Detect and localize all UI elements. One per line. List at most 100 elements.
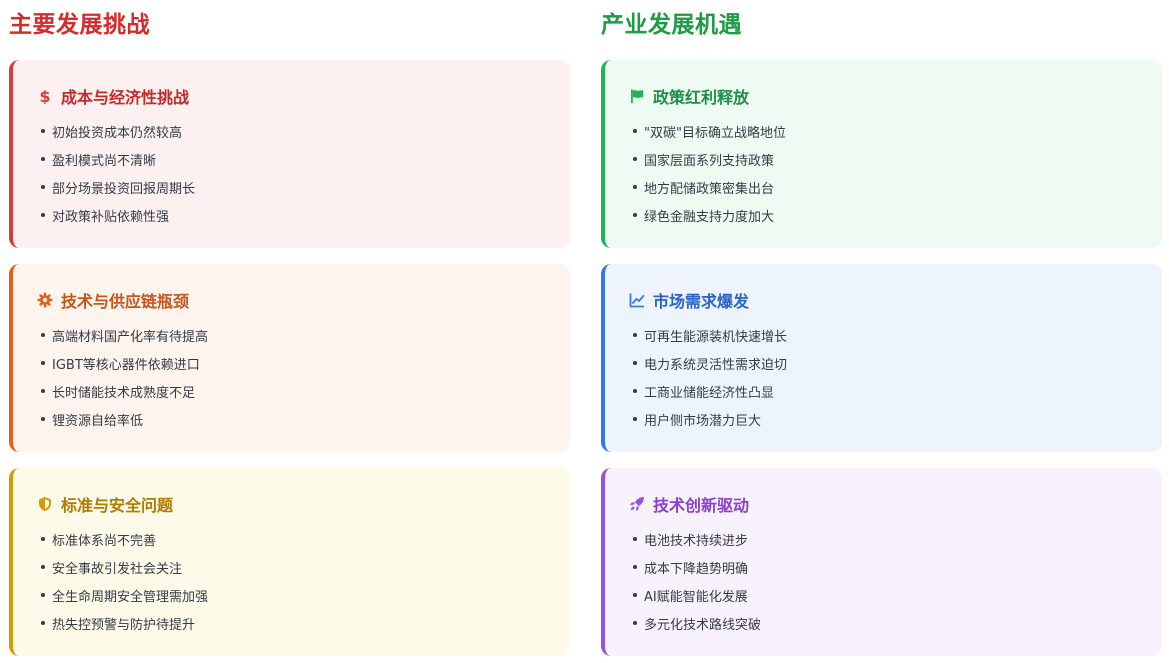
bullet-icon (633, 537, 637, 541)
bullet-icon (633, 389, 637, 393)
card-title: 市场需求爆发 (653, 292, 750, 311)
list-item-text: 锂资源自给率低 (52, 413, 144, 429)
bullet-icon (633, 593, 637, 597)
card-list: 初始投资成本仍然较高 盈利模式尚不清晰部分场景投资回报周期长 对政策补贴依赖性强 (37, 117, 570, 229)
bullet-icon (633, 333, 637, 337)
bullet-icon (41, 565, 45, 569)
bullet-icon (633, 213, 637, 217)
challenges-card-3: 标准与安全问题标准体系尚不完善安全事故引发社会关注全生命周期安全管理需加强 热失控… (9, 468, 570, 656)
bullet-icon (41, 537, 45, 541)
list-item: 对政策补贴依赖性强 (37, 201, 570, 229)
list-item: IGBT等核心器件依赖进口 (37, 349, 570, 377)
list-item: 电池技术持续进步 (629, 525, 1162, 553)
list-item: 部分场景投资回报周期长 (37, 173, 570, 201)
bullet-icon (633, 621, 637, 625)
list-item-text: 可再生能源装机快速增长 (644, 329, 788, 345)
list-item: 锂资源自给率低 (37, 405, 570, 433)
bullet-icon (41, 185, 45, 189)
card-title: 标准与安全问题 (61, 496, 174, 515)
card-title: 技术创新驱动 (653, 496, 750, 515)
bullet-icon (633, 361, 637, 365)
page: 主要发展挑战 $ 成本与经济性挑战初始投资成本仍然较高 盈利模式尚不清晰部分场景投资… (0, 0, 1169, 663)
list-item-text: 国家层面系列支持政策 (644, 153, 775, 169)
list-item: 可再生能源装机快速增长 (629, 321, 1162, 349)
list-item-text: 电力系统灵活性需求迫切 (644, 357, 788, 373)
bullet-icon (41, 213, 45, 217)
card-header: 政策红利释放 (629, 85, 1162, 107)
card-title: 技术与供应链瓶颈 (61, 292, 190, 311)
card-list: "双碳"目标确立战略地位 国家层面系列支持政策 地方配储政策密集出台 绿色金融支持力度… (629, 117, 1162, 229)
challenges-card-2: 技术与供应链瓶颈高端材料国产化率有待提高 IGBT等核心器件依赖进口 长时储能技术成… (9, 264, 570, 452)
list-item: 安全事故引发社会关注 (37, 553, 570, 581)
card-header: 标准与安全问题 (37, 493, 570, 515)
opportunities-column: 产业发展机遇 政策红利释放 "双碳"目标确立战略地位 国家层面系列支持政策 地方配储政… (601, 0, 1162, 656)
bullet-icon (633, 417, 637, 421)
list-item: 用户侧市场潜力巨大 (629, 405, 1162, 433)
list-item-text: "双碳"目标确立战略地位 (644, 125, 786, 141)
list-item: "双碳"目标确立战略地位 (629, 117, 1162, 145)
list-item-text: 用户侧市场潜力巨大 (644, 413, 762, 429)
list-item-text: 电池技术持续进步 (644, 533, 749, 549)
bullet-icon (633, 185, 637, 189)
opportunities-title: 产业发展机遇 (601, 12, 742, 38)
challenges-card-1: $ 成本与经济性挑战初始投资成本仍然较高 盈利模式尚不清晰部分场景投资回报周期长 对政… (9, 60, 570, 248)
list-item-text: 成本下降趋势明确 (644, 561, 749, 577)
list-item: 绿色金融支持力度加大 (629, 201, 1162, 229)
opportunities-card-1: 政策红利释放 "双碳"目标确立战略地位 国家层面系列支持政策 地方配储政策密集出台 绿色… (601, 60, 1162, 248)
list-item-text: 初始投资成本仍然较高 (52, 125, 183, 141)
list-item-text: 全生命周期安全管理需加强 (52, 589, 209, 605)
list-item: 盈利模式尚不清晰 (37, 145, 570, 173)
list-item-text: 对政策补贴依赖性强 (52, 209, 170, 225)
list-item: 多元化技术路线突破 (629, 609, 1162, 637)
list-item-text: IGBT等核心器件依赖进口 (52, 357, 200, 373)
list-item: AI赋能智能化发展 (629, 581, 1162, 609)
list-item: 全生命周期安全管理需加强 (37, 581, 570, 609)
list-item-text: 热失控预警与防护待提升 (52, 617, 196, 633)
list-item-text: 部分场景投资回报周期长 (52, 181, 196, 197)
bullet-icon (41, 417, 45, 421)
shield-icon (37, 496, 53, 512)
bullet-icon (633, 565, 637, 569)
list-item: 初始投资成本仍然较高 (37, 117, 570, 145)
bullet-icon (41, 389, 45, 393)
card-header: $ 成本与经济性挑战 (37, 85, 570, 107)
rocket-icon (629, 496, 645, 512)
list-item-text: 长时储能技术成熟度不足 (52, 385, 196, 401)
list-item-text: 工商业储能经济性凸显 (644, 385, 775, 401)
bullet-icon (41, 129, 45, 133)
bullet-icon (41, 361, 45, 365)
challenges-title: 主要发展挑战 (9, 12, 150, 38)
list-item-text: 安全事故引发社会关注 (52, 561, 183, 577)
list-item-text: AI赋能智能化发展 (644, 589, 748, 605)
bullet-icon (633, 157, 637, 161)
opportunities-card-3: 技术创新驱动电池技术持续进步 成本下降趋势明确 AI赋能智能化发展多元化技术路线突破 (601, 468, 1162, 656)
list-item: 长时储能技术成熟度不足 (37, 377, 570, 405)
chart-line-icon (629, 292, 645, 308)
bullet-icon (41, 621, 45, 625)
list-item: 热失控预警与防护待提升 (37, 609, 570, 637)
svg-text:$: $ (39, 88, 50, 104)
list-item: 标准体系尚不完善 (37, 525, 570, 553)
list-item: 高端材料国产化率有待提高 (37, 321, 570, 349)
list-item: 工商业储能经济性凸显 (629, 377, 1162, 405)
list-item-text: 高端材料国产化率有待提高 (52, 329, 209, 345)
card-header: 技术与供应链瓶颈 (37, 289, 570, 311)
bullet-icon (41, 333, 45, 337)
list-item-text: 地方配储政策密集出台 (644, 181, 775, 197)
card-header: 技术创新驱动 (629, 493, 1162, 515)
bullet-icon (41, 157, 45, 161)
list-item-text: 盈利模式尚不清晰 (52, 153, 157, 169)
list-item: 成本下降趋势明确 (629, 553, 1162, 581)
list-item: 电力系统灵活性需求迫切 (629, 349, 1162, 377)
list-item: 地方配储政策密集出台 (629, 173, 1162, 201)
card-list: 可再生能源装机快速增长 电力系统灵活性需求迫切 工商业储能经济性凸显 用户侧市场潜力巨… (629, 321, 1162, 433)
list-item-text: 绿色金融支持力度加大 (644, 209, 775, 225)
card-list: 标准体系尚不完善安全事故引发社会关注全生命周期安全管理需加强 热失控预警与防护待提… (37, 525, 570, 637)
gear-icon (37, 292, 53, 308)
card-list: 高端材料国产化率有待提高 IGBT等核心器件依赖进口 长时储能技术成熟度不足 锂资源自… (37, 321, 570, 433)
card-title: 成本与经济性挑战 (61, 88, 190, 107)
dollar-icon: $ (37, 88, 53, 104)
list-item: 国家层面系列支持政策 (629, 145, 1162, 173)
list-item-text: 标准体系尚不完善 (52, 533, 157, 549)
flag-icon (629, 88, 645, 104)
